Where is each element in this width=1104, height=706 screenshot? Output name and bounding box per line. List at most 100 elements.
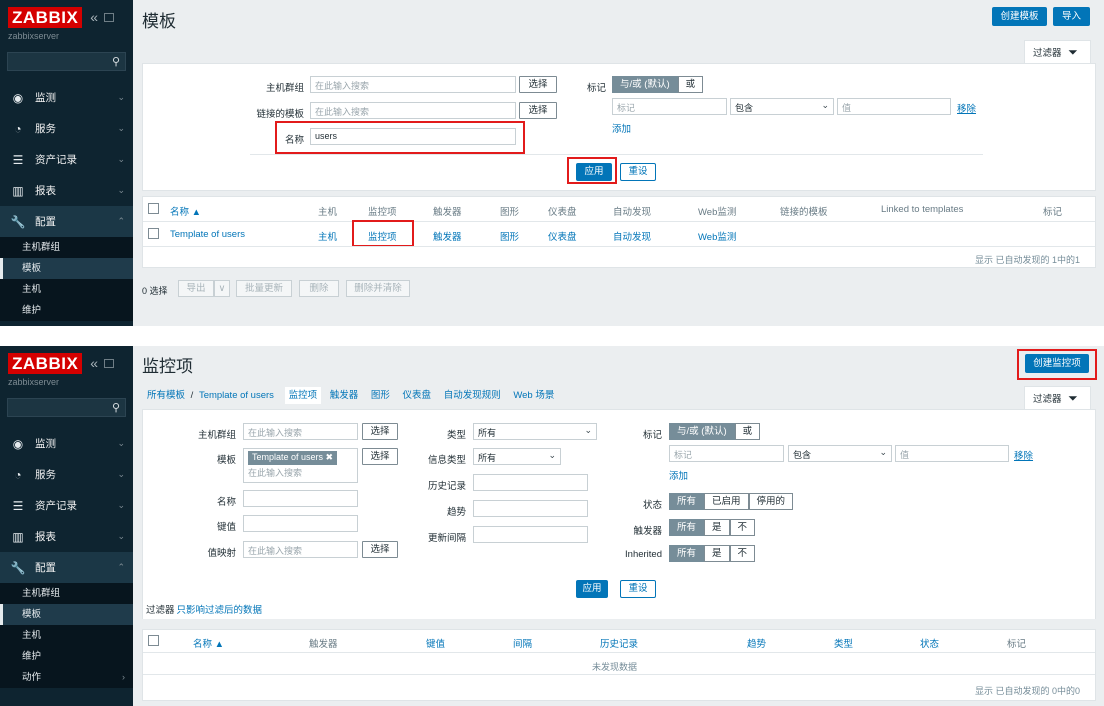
key-input[interactable] — [243, 515, 358, 532]
submenu-templates[interactable]: 模板 — [0, 604, 133, 625]
breadcrumb-template[interactable]: Template of users — [199, 390, 274, 401]
tab-dashboards[interactable]: 仪表盘 — [403, 390, 432, 401]
triggers-all-option[interactable]: 所有 — [669, 519, 705, 536]
hosts-link[interactable]: 主机 — [318, 229, 337, 243]
menu-configuration[interactable]: 🔧 配置 ⌃ — [0, 206, 133, 237]
delete-button[interactable]: 删除 — [299, 280, 339, 297]
submenu-hosts[interactable]: 主机 — [0, 625, 133, 646]
tag-name-input[interactable]: 标记 — [669, 445, 784, 462]
submenu-actions[interactable]: 动作 › — [0, 667, 133, 688]
tab-web-scenarios[interactable]: Web 场景 — [513, 390, 554, 401]
status-enabled-option[interactable]: 已启用 — [704, 493, 749, 510]
status-all-option[interactable]: 所有 — [669, 493, 705, 510]
dashboards-link[interactable]: 仪表盘 — [548, 229, 577, 243]
or-option[interactable]: 或 — [734, 423, 761, 440]
apply-button[interactable]: 应用 — [576, 580, 608, 598]
menu-monitoring[interactable]: ◉ 监测 ⌄ — [0, 82, 133, 113]
menu-configuration[interactable]: 🔧 配置 ⌃ — [0, 552, 133, 583]
triggers-yes-option[interactable]: 是 — [704, 519, 730, 536]
col-status[interactable]: 状态 — [920, 636, 939, 650]
submenu-hostgroups[interactable]: 主机群组 — [0, 583, 133, 604]
inherited-no-option[interactable]: 不 — [729, 545, 756, 562]
col-type[interactable]: 类型 — [834, 636, 853, 650]
tab-items[interactable]: 监控项 — [284, 387, 322, 404]
history-input[interactable] — [473, 474, 588, 491]
add-tag-link[interactable]: 添加 — [612, 121, 631, 135]
breadcrumb-all-templates[interactable]: 所有模板 — [147, 390, 185, 401]
menu-monitoring[interactable]: ◉ 监测 ⌄ — [0, 428, 133, 459]
value-map-select-button[interactable]: 选择 — [362, 541, 398, 558]
sidebar-search-input[interactable]: ⚲ — [7, 398, 126, 417]
tab-discovery-rules[interactable]: 自动发现规则 — [444, 390, 501, 401]
select-all-checkbox[interactable] — [148, 635, 159, 646]
or-option[interactable]: 或 — [677, 76, 704, 93]
triggers-no-option[interactable]: 不 — [729, 519, 756, 536]
tag-operator-select[interactable]: 包含 ⌄ — [788, 445, 892, 462]
template-name-link[interactable]: Template of users — [170, 229, 245, 240]
delete-clear-button[interactable]: 删除并清除 — [346, 280, 410, 297]
add-tag-link[interactable]: 添加 — [669, 468, 688, 482]
col-name[interactable]: 名称 ▲ — [170, 204, 201, 218]
tags-operator-toggle[interactable]: 与/或 (默认) 或 — [612, 76, 704, 93]
import-button[interactable]: 导入 — [1053, 7, 1090, 26]
col-trends[interactable]: 趋势 — [747, 636, 766, 650]
web-link[interactable]: Web监测 — [698, 229, 736, 243]
submenu-hosts[interactable]: 主机 — [0, 279, 133, 300]
filter-tab[interactable]: 过滤器 ⏷ — [1024, 40, 1091, 64]
select-all-checkbox[interactable] — [148, 203, 159, 214]
discovery-link[interactable]: 自动发现 — [613, 229, 651, 243]
reset-button[interactable]: 重设 — [620, 580, 656, 598]
status-disabled-option[interactable]: 停用的 — [748, 493, 794, 510]
remove-tag-link[interactable]: 移除 — [1014, 448, 1033, 462]
filter-tab[interactable]: 过滤器 ⏷ — [1024, 386, 1091, 410]
sidebar-search-input[interactable]: ⚲ — [7, 52, 126, 71]
linked-templates-select-button[interactable]: 选择 — [519, 102, 557, 119]
submenu-templates[interactable]: 模板 — [0, 258, 133, 279]
triggers-toggle[interactable]: 所有是不 — [669, 519, 756, 536]
menu-inventory[interactable]: ☰ 资产记录 ⌄ — [0, 144, 133, 175]
kiosk-icon[interactable] — [104, 358, 115, 368]
submenu-hostgroups[interactable]: 主机群组 — [0, 237, 133, 258]
update-interval-input[interactable] — [473, 526, 588, 543]
graphs-link[interactable]: 图形 — [500, 229, 519, 243]
inherited-all-option[interactable]: 所有 — [669, 545, 705, 562]
menu-services[interactable]: ◔ 服务 ⌄ — [0, 459, 133, 490]
col-history[interactable]: 历史记录 — [600, 636, 638, 650]
menu-reports[interactable]: ▥ 报表 ⌄ — [0, 175, 133, 206]
col-name[interactable]: 名称 ▲ — [193, 636, 224, 650]
host-group-select-button[interactable]: 选择 — [362, 423, 398, 440]
trends-input[interactable] — [473, 500, 588, 517]
export-dropdown-button[interactable]: ∨ — [214, 280, 230, 297]
collapse-icon[interactable]: « — [90, 355, 98, 371]
mass-update-button[interactable]: 批量更新 — [236, 280, 292, 297]
menu-inventory[interactable]: ☰ 资产记录 ⌄ — [0, 490, 133, 521]
template-select-button[interactable]: 选择 — [362, 448, 398, 465]
kiosk-icon[interactable] — [104, 12, 115, 22]
info-type-select[interactable]: 所有 ⌄ — [473, 448, 561, 465]
host-group-input[interactable]: 在此输入搜索 — [310, 76, 516, 93]
host-group-select-button[interactable]: 选择 — [519, 76, 557, 93]
name-input[interactable] — [243, 490, 358, 507]
inherited-yes-option[interactable]: 是 — [704, 545, 730, 562]
reset-button[interactable]: 重设 — [620, 163, 656, 181]
remove-tag-link[interactable]: 移除 — [957, 101, 976, 115]
inherited-toggle[interactable]: 所有是不 — [669, 545, 756, 562]
template-chip[interactable]: Template of users ✖ — [248, 451, 338, 465]
status-toggle[interactable]: 所有 已启用 停用的 — [669, 493, 794, 510]
type-select[interactable]: 所有 ⌄ — [473, 423, 597, 440]
create-template-button[interactable]: 创建模板 — [992, 7, 1047, 26]
template-multiselect[interactable]: Template of users ✖ 在此输入搜索 — [243, 448, 358, 483]
linked-templates-input[interactable]: 在此输入搜索 — [310, 102, 516, 119]
collapse-icon[interactable]: « — [90, 9, 98, 25]
tag-value-input[interactable]: 值 — [837, 98, 951, 115]
triggers-link[interactable]: 触发器 — [433, 229, 462, 243]
value-map-input[interactable]: 在此输入搜索 — [243, 541, 358, 558]
and-or-option[interactable]: 与/或 (默认) — [612, 76, 678, 93]
submenu-maintenance[interactable]: 维护 — [0, 300, 133, 321]
and-or-option[interactable]: 与/或 (默认) — [669, 423, 735, 440]
tab-triggers[interactable]: 触发器 — [330, 390, 359, 401]
row-checkbox[interactable] — [148, 228, 159, 239]
export-button[interactable]: 导出 — [178, 280, 214, 297]
col-key[interactable]: 键值 — [426, 636, 445, 650]
submenu-maintenance[interactable]: 维护 — [0, 646, 133, 667]
